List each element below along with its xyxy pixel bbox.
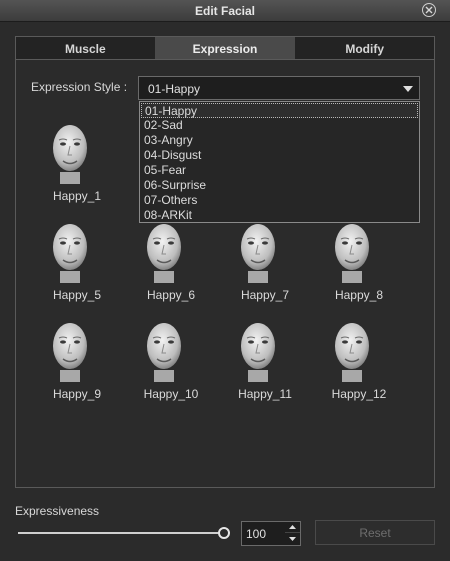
expressiveness-label: Expressiveness	[15, 504, 100, 518]
expressiveness-slider-track[interactable]	[18, 532, 222, 534]
dropdown-option-fear[interactable]: 05-Fear	[141, 163, 418, 178]
face-thumbnail-icon	[42, 120, 98, 184]
decrement-arrow-icon[interactable]	[285, 534, 300, 545]
expressiveness-slider-handle[interactable]	[218, 527, 230, 539]
expression-style-select[interactable]: 01-Happy	[138, 76, 420, 100]
expression-item-label: Happy_7	[240, 288, 290, 302]
expression-item[interactable]: Happy_6	[136, 219, 206, 302]
expression-item-label: Happy_1	[52, 189, 102, 203]
expression-item[interactable]: Happy_8	[324, 219, 394, 302]
expressiveness-spinbox[interactable]: 100	[241, 521, 301, 546]
dropdown-option-surprise[interactable]: 06-Surprise	[141, 178, 418, 193]
reset-button[interactable]: Reset	[315, 520, 435, 545]
expression-item-label: Happy_10	[143, 387, 199, 401]
dropdown-option-sad[interactable]: 02-Sad	[141, 118, 418, 133]
tab-muscle[interactable]: Muscle	[16, 37, 156, 59]
expression-style-dropdown: 01-Happy 02-Sad 03-Angry 04-Disgust 05-F…	[139, 101, 420, 223]
tab-bar: Muscle Expression Modify	[16, 37, 435, 60]
chevron-down-icon	[403, 86, 413, 92]
expression-item[interactable]: Happy_5	[42, 219, 112, 302]
face-thumbnail-icon	[42, 318, 98, 382]
expression-style-label: Expression Style :	[31, 80, 128, 94]
expressiveness-value: 100	[246, 527, 267, 541]
expression-item-label: Happy_6	[146, 288, 196, 302]
tab-modify[interactable]: Modify	[295, 37, 435, 59]
face-thumbnail-icon	[136, 219, 192, 283]
face-thumbnail-icon	[324, 318, 380, 382]
face-thumbnail-icon	[136, 318, 192, 382]
dropdown-option-angry[interactable]: 03-Angry	[141, 133, 418, 148]
title-bar: Edit Facial	[0, 0, 450, 22]
expression-item[interactable]: Happy_11	[230, 318, 300, 401]
expression-item-label: Happy_9	[52, 387, 102, 401]
dropdown-option-happy[interactable]: 01-Happy	[141, 103, 418, 118]
dropdown-option-arkit[interactable]: 08-ARKit	[141, 208, 418, 223]
face-thumbnail-icon	[324, 219, 380, 283]
expression-item-label: Happy_8	[334, 288, 384, 302]
expression-item[interactable]: Happy_1	[42, 120, 112, 203]
close-icon[interactable]	[422, 3, 436, 17]
face-thumbnail-icon	[42, 219, 98, 283]
expression-item-label: Happy_11	[238, 387, 292, 401]
expression-item[interactable]: Happy_10	[136, 318, 206, 401]
face-thumbnail-icon	[230, 318, 286, 382]
expression-item-label: Happy_12	[331, 387, 387, 401]
dropdown-option-disgust[interactable]: 04-Disgust	[141, 148, 418, 163]
increment-arrow-icon[interactable]	[285, 522, 300, 533]
face-thumbnail-icon	[230, 219, 286, 283]
expression-item[interactable]: Happy_9	[42, 318, 112, 401]
expression-style-value: 01-Happy	[148, 82, 201, 96]
tab-expression[interactable]: Expression	[155, 37, 296, 59]
expression-item[interactable]: Happy_7	[230, 219, 300, 302]
expression-panel: Muscle Expression Modify Expression Styl…	[15, 36, 435, 488]
expression-item[interactable]: Happy_12	[324, 318, 394, 401]
expression-item-label: Happy_5	[52, 288, 102, 302]
window-title: Edit Facial	[194, 4, 256, 18]
dropdown-option-others[interactable]: 07-Others	[141, 193, 418, 208]
